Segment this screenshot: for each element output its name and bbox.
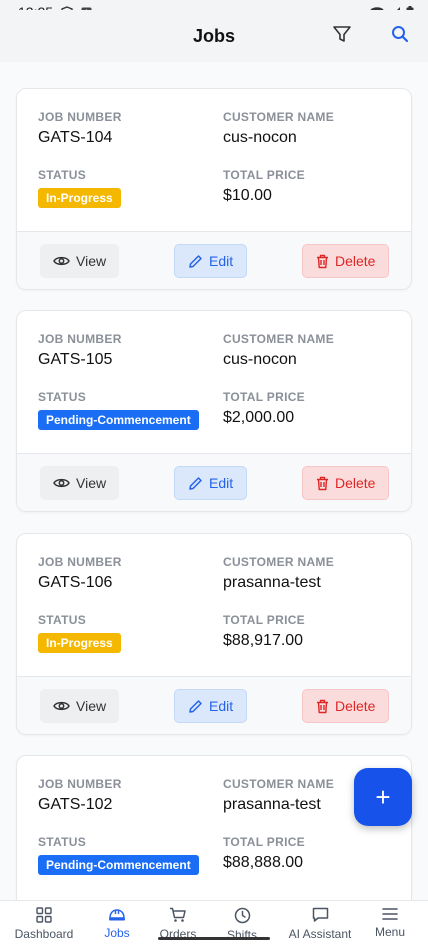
view-label: View (76, 698, 107, 714)
job-number-label: JOB NUMBER (38, 110, 122, 124)
home-indicator[interactable] (158, 937, 270, 940)
nav-label: Jobs (104, 926, 130, 940)
total-price-value: $2,000.00 (223, 409, 295, 426)
status-badge: In-Progress (38, 633, 121, 653)
card-actions: View Edit Delete (17, 453, 411, 511)
eye-icon (53, 701, 70, 711)
job-number-value: GATS-105 (38, 351, 113, 368)
delete-label: Delete (335, 475, 376, 491)
job-number-value: GATS-106 (38, 574, 113, 591)
edit-label: Edit (209, 475, 234, 491)
total-price-value: $10.00 (223, 187, 272, 204)
nav-label: Menu (374, 925, 406, 939)
view-button[interactable]: View (40, 689, 120, 723)
trash-icon (317, 476, 328, 490)
view-button[interactable]: View (40, 244, 120, 278)
view-label: View (76, 475, 107, 491)
customer-name-value: prasanna-test (223, 574, 321, 591)
status-badge: In-Progress (38, 188, 121, 208)
total-price-label: TOTAL PRICE (223, 390, 305, 404)
view-label: View (76, 253, 107, 269)
bottom-nav: Dashboard Jobs Orders Shifts AI Assistan… (0, 900, 428, 950)
edit-button[interactable]: Edit (174, 466, 248, 500)
customer-name-label: CUSTOMER NAME (223, 332, 335, 346)
customer-name-label: CUSTOMER NAME (223, 555, 335, 569)
status-label: STATUS (38, 168, 87, 182)
delete-label: Delete (335, 253, 376, 269)
delete-button[interactable]: Delete (302, 466, 390, 500)
status-badge: Pending-Commencement (38, 855, 199, 875)
app-header: Jobs (0, 10, 428, 62)
total-price-label: TOTAL PRICE (223, 168, 305, 182)
status-label: STATUS (38, 835, 87, 849)
eye-icon (53, 478, 70, 488)
menu-icon (382, 908, 398, 920)
job-card: JOB NUMBER GATS-102 CUSTOMER NAME prasan… (16, 755, 412, 900)
total-price-label: TOTAL PRICE (223, 835, 305, 849)
view-button[interactable]: View (40, 466, 120, 500)
edit-label: Edit (209, 253, 234, 269)
trash-icon (317, 254, 328, 268)
card-actions: View Edit Delete (17, 676, 411, 734)
pencil-icon (189, 699, 202, 713)
status-label: STATUS (38, 613, 87, 627)
status-badge: Pending-Commencement (38, 410, 199, 430)
customer-name-value: cus-nocon (223, 129, 297, 146)
job-number-label: JOB NUMBER (38, 332, 122, 346)
status-label: STATUS (38, 390, 87, 404)
job-card: JOB NUMBER GATS-106 CUSTOMER NAME prasan… (16, 533, 412, 735)
total-price-value: $88,888.00 (223, 854, 304, 871)
customer-name-label: CUSTOMER NAME (223, 110, 335, 124)
job-number-label: JOB NUMBER (38, 777, 122, 791)
edit-button[interactable]: Edit (174, 244, 248, 278)
total-price-label: TOTAL PRICE (223, 613, 305, 627)
card-actions: View Edit Delete (17, 231, 411, 289)
job-card: JOB NUMBER GATS-105 CUSTOMER NAME cus-no… (16, 310, 412, 512)
trash-icon (317, 699, 328, 713)
customer-name-label: CUSTOMER NAME (223, 777, 335, 791)
plus-icon: + (375, 781, 391, 812)
nav-label: AI Assistant (288, 927, 352, 941)
edit-button[interactable]: Edit (174, 689, 248, 723)
delete-button[interactable]: Delete (302, 244, 390, 278)
search-button[interactable] (386, 20, 414, 48)
nav-item-dashboard[interactable]: Dashboard (4, 907, 84, 941)
nav-item-ai-assistant[interactable]: AI Assistant (280, 907, 360, 941)
search-icon (392, 26, 409, 43)
chat-icon (312, 907, 328, 922)
add-job-button[interactable]: + (354, 768, 412, 826)
delete-button[interactable]: Delete (302, 689, 390, 723)
filter-icon (333, 26, 351, 42)
total-price-value: $88,917.00 (223, 632, 304, 649)
job-number-label: JOB NUMBER (38, 555, 122, 569)
job-number-value: GATS-102 (38, 796, 113, 813)
pencil-icon (189, 254, 202, 268)
job-number-value: GATS-104 (38, 129, 113, 146)
cart-icon (170, 907, 186, 922)
customer-name-value: cus-nocon (223, 351, 297, 368)
hard-hat-icon (109, 909, 125, 921)
clock-icon (234, 907, 250, 924)
page-title: Jobs (192, 25, 235, 46)
edit-label: Edit (209, 698, 234, 714)
job-card: JOB NUMBER GATS-104 CUSTOMER NAME cus-no… (16, 88, 412, 290)
eye-icon (53, 256, 70, 266)
nav-label: Dashboard (14, 927, 74, 941)
customer-name-value: prasanna-test (223, 796, 321, 813)
dashboard-icon (36, 907, 52, 923)
nav-item-menu[interactable]: Menu (358, 907, 422, 939)
delete-label: Delete (335, 698, 376, 714)
filter-button[interactable] (328, 20, 356, 48)
pencil-icon (189, 476, 202, 490)
